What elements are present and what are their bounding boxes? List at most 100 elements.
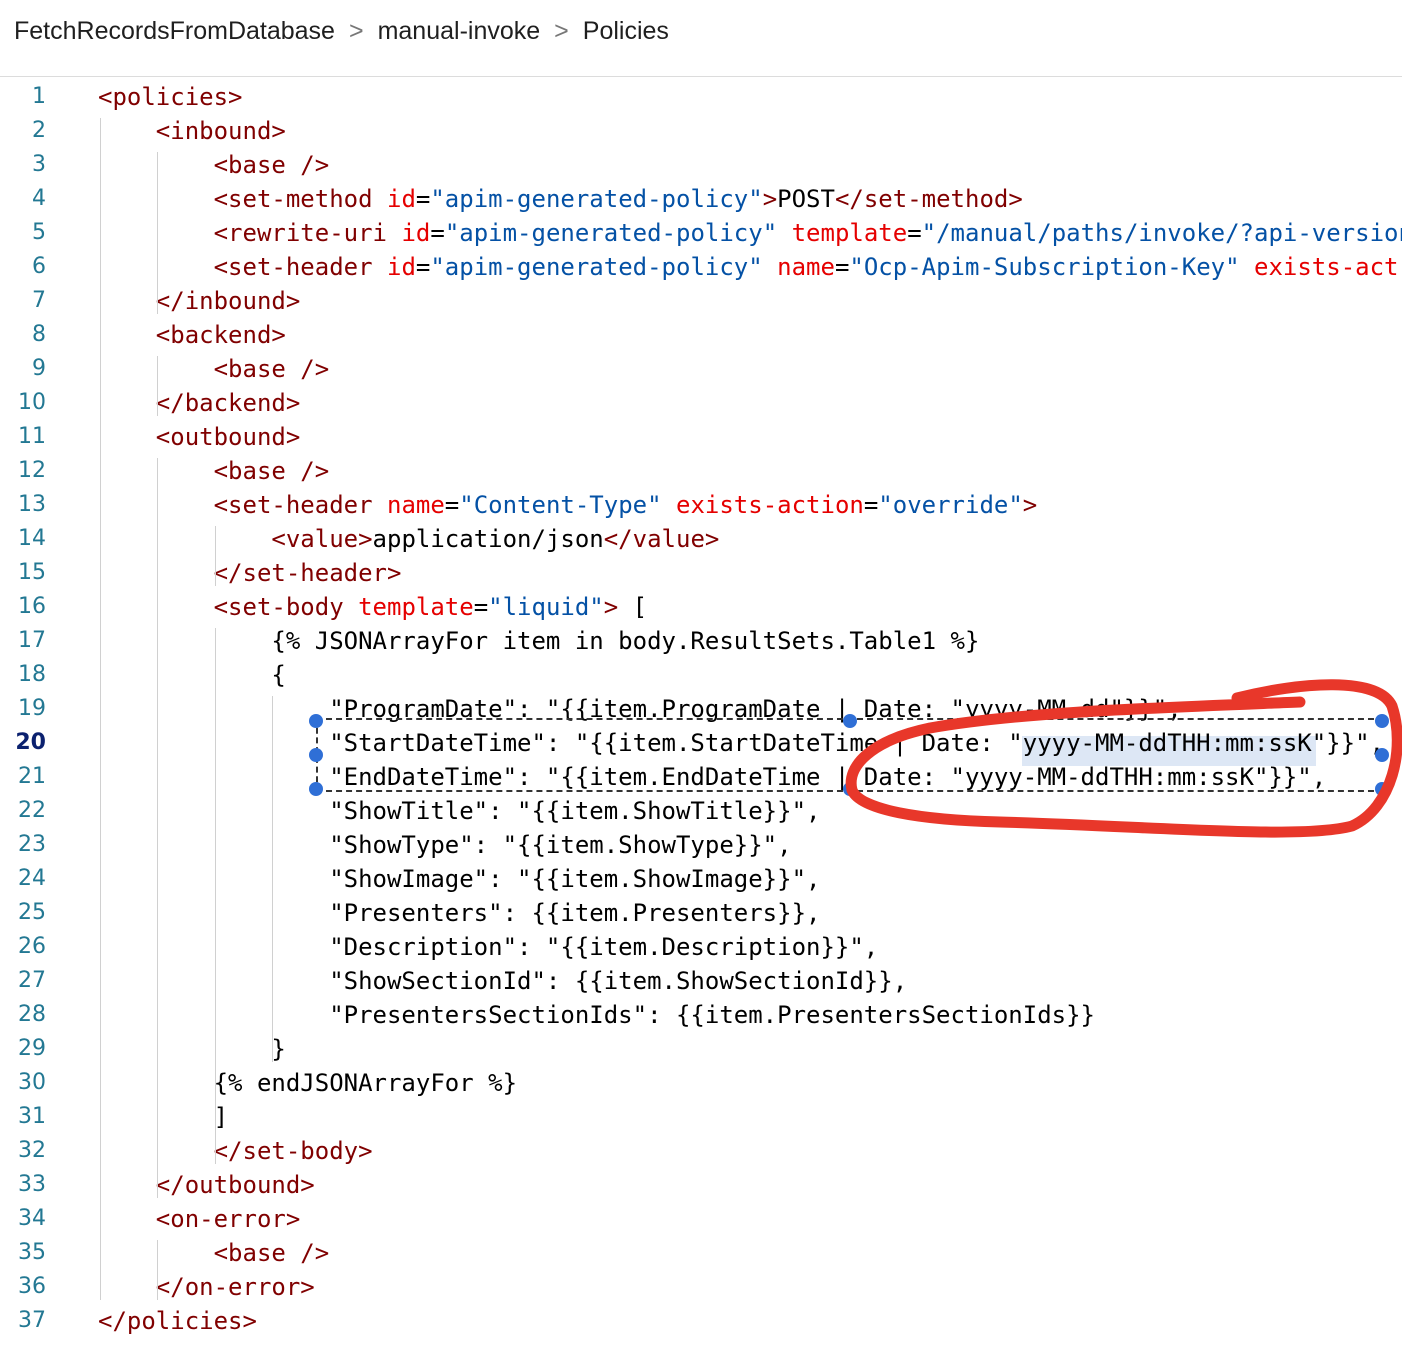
code-text[interactable]: "ShowImage": "{{item.ShowImage}}", <box>98 862 820 896</box>
code-text[interactable]: <base /> <box>98 1236 330 1270</box>
code-line[interactable]: 4 <set-method id="apim-generated-policy"… <box>0 182 1402 216</box>
code-line[interactable]: 23 "ShowType": "{{item.ShowType}}", <box>0 828 1402 862</box>
selection-handle[interactable] <box>309 748 323 762</box>
code-text[interactable]: </set-body> <box>98 1134 373 1168</box>
code-token: set-method <box>228 185 373 213</box>
code-text[interactable]: <set-header id="apim-generated-policy" n… <box>98 250 1399 284</box>
code-token: </ <box>603 525 633 553</box>
code-text[interactable]: <base /> <box>98 148 330 182</box>
code-text[interactable]: } <box>98 1032 285 1066</box>
selection-box[interactable] <box>316 718 1384 792</box>
code-line[interactable]: 32 </set-body> <box>0 1134 1402 1168</box>
code-text[interactable]: <backend> <box>98 318 286 352</box>
code-line[interactable]: 26 "Description": "{{item.Description}}"… <box>0 930 1402 964</box>
selection-handle[interactable] <box>309 782 323 796</box>
code-line[interactable]: 27 "ShowSectionId": {{item.ShowSectionId… <box>0 964 1402 998</box>
line-number: 23 <box>18 832 46 857</box>
code-line[interactable]: 8 <backend> <box>0 318 1402 352</box>
code-token: > <box>1022 491 1038 519</box>
code-text[interactable]: </policies> <box>98 1304 257 1338</box>
code-line[interactable]: 14 <value>application/json</value> <box>0 522 1402 556</box>
breadcrumb-item-api[interactable]: FetchRecordsFromDatabase <box>14 17 335 45</box>
code-text[interactable]: <set-method id="apim-generated-policy">P… <box>98 182 1023 216</box>
code-text[interactable]: </outbound> <box>98 1168 315 1202</box>
code-text[interactable]: </inbound> <box>98 284 301 318</box>
code-text[interactable]: { <box>98 658 285 692</box>
code-text[interactable]: "ShowTitle": "{{item.ShowTitle}}", <box>98 794 820 828</box>
code-text[interactable]: </backend> <box>98 386 301 420</box>
code-line[interactable]: 25 "Presenters": {{item.Presenters}}, <box>0 896 1402 930</box>
code-text[interactable]: </on-error> <box>98 1270 315 1304</box>
code-text[interactable]: <base /> <box>98 454 330 488</box>
line-number: 28 <box>18 1002 46 1027</box>
code-text[interactable]: </set-header> <box>98 556 402 590</box>
code-text[interactable]: <set-header name="Content-Type" exists-a… <box>98 488 1038 522</box>
code-line[interactable]: 18 { <box>0 658 1402 692</box>
code-token: > <box>285 389 301 417</box>
code-line[interactable]: 16 <set-body template="liquid"> [ <box>0 590 1402 624</box>
code-token: application/json <box>372 525 604 553</box>
code-line[interactable]: 34 <on-error> <box>0 1202 1402 1236</box>
code-line[interactable]: 24 "ShowImage": "{{item.ShowImage}}", <box>0 862 1402 896</box>
code-line[interactable]: 5 <rewrite-uri id="apim-generated-policy… <box>0 216 1402 250</box>
code-line[interactable]: 36 </on-error> <box>0 1270 1402 1304</box>
breadcrumb-item-operation[interactable]: manual-invoke <box>378 17 541 45</box>
code-text[interactable]: <on-error> <box>98 1202 301 1236</box>
code-text[interactable]: <inbound> <box>98 114 286 148</box>
code-text[interactable]: ] <box>98 1100 228 1134</box>
code-text[interactable]: <rewrite-uri id="apim-generated-policy" … <box>98 216 1402 250</box>
code-line[interactable]: 10 </backend> <box>0 386 1402 420</box>
code-token: "apim-generated-policy" <box>430 185 763 213</box>
code-line[interactable]: 28 "PresentersSectionIds": {{item.Presen… <box>0 998 1402 1032</box>
code-token: policies <box>112 83 229 111</box>
code-text[interactable]: <set-body template="liquid"> [ <box>98 590 648 624</box>
code-line[interactable]: 37 </policies> <box>0 1304 1402 1338</box>
selection-handle[interactable] <box>843 714 857 728</box>
code-line[interactable]: 13 <set-header name="Content-Type" exist… <box>0 488 1402 522</box>
code-line[interactable]: 1 <policies> <box>0 80 1402 114</box>
line-number: 29 <box>18 1036 46 1061</box>
code-token: = <box>907 219 922 247</box>
code-text[interactable]: "PresentersSectionIds": {{item.Presenter… <box>98 998 1095 1032</box>
code-line[interactable]: 6 <set-header id="apim-generated-policy"… <box>0 250 1402 284</box>
code-line[interactable]: 30 {% endJSONArrayFor %} <box>0 1066 1402 1100</box>
code-editor[interactable]: 1 <policies> 2 <inbound> 3 <base /> 4 <set-m… <box>0 80 1402 1348</box>
selection-handle[interactable] <box>309 714 323 728</box>
code-text[interactable]: "Presenters": {{item.Presenters}}, <box>98 896 820 930</box>
selection-handle[interactable] <box>1375 782 1389 796</box>
code-line[interactable]: 22 "ShowTitle": "{{item.ShowTitle}}", <box>0 794 1402 828</box>
code-line[interactable]: 12 <base /> <box>0 454 1402 488</box>
code-token: > <box>358 525 373 553</box>
code-text[interactable]: <policies> <box>98 80 243 114</box>
selection-handle[interactable] <box>843 782 857 796</box>
code-text[interactable]: "ShowSectionId": {{item.ShowSectionId}}, <box>98 964 907 998</box>
line-number: 12 <box>18 458 46 483</box>
code-token: /> <box>300 1239 330 1267</box>
code-text[interactable]: {% JSONArrayFor item in body.ResultSets.… <box>98 624 979 658</box>
selection-handle[interactable] <box>1375 714 1389 728</box>
code-line[interactable]: 3 <base /> <box>0 148 1402 182</box>
selection-handle[interactable] <box>1375 748 1389 762</box>
code-text[interactable]: <outbound> <box>98 420 301 454</box>
code-token: "/manual/paths/invoke/?api-version <box>921 219 1402 247</box>
code-line[interactable]: 29 } <box>0 1032 1402 1066</box>
code-text[interactable]: "ShowType": "{{item.ShowType}}", <box>98 828 791 862</box>
code-text[interactable]: {% endJSONArrayFor %} <box>98 1066 517 1100</box>
code-line[interactable]: 2 <inbound> <box>0 114 1402 148</box>
code-line[interactable]: 33 </outbound> <box>0 1168 1402 1202</box>
line-number: 14 <box>18 526 46 551</box>
code-token: /> <box>300 355 330 383</box>
code-token: outbound <box>170 423 286 451</box>
code-text[interactable]: <base /> <box>98 352 330 386</box>
code-line[interactable]: 35 <base /> <box>0 1236 1402 1270</box>
code-line[interactable]: 15 </set-header> <box>0 556 1402 590</box>
code-line[interactable]: 11 <outbound> <box>0 420 1402 454</box>
code-text[interactable]: <value>application/json</value> <box>98 522 719 556</box>
code-line[interactable]: 31 ] <box>0 1100 1402 1134</box>
code-line[interactable]: 9 <base /> <box>0 352 1402 386</box>
code-line[interactable]: 17 {% JSONArrayFor item in body.ResultSe… <box>0 624 1402 658</box>
code-line[interactable]: 7 </inbound> <box>0 284 1402 318</box>
indent-guide <box>157 356 158 416</box>
